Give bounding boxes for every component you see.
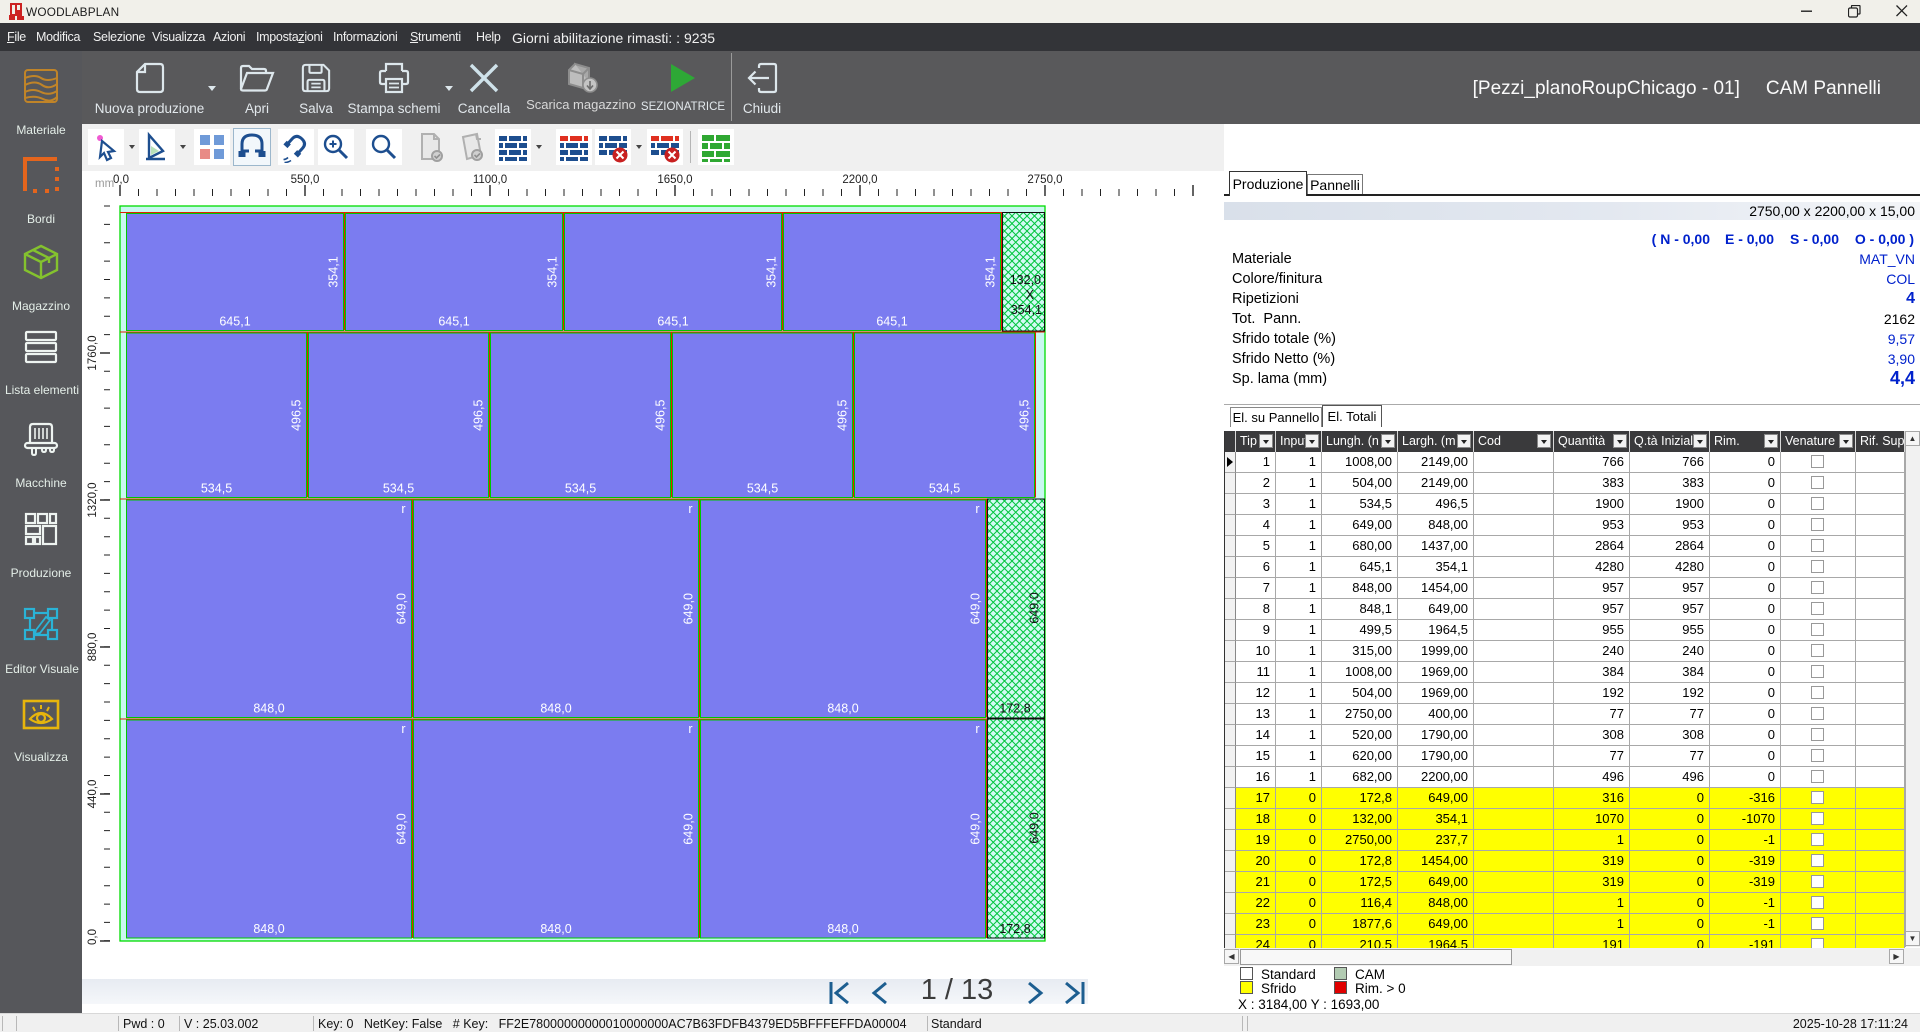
svg-text:172,8: 172,8: [999, 922, 1030, 936]
svg-text:649,0: 649,0: [682, 593, 696, 624]
svg-text:848,0: 848,0: [827, 922, 858, 936]
svg-text:848,0: 848,0: [253, 922, 284, 936]
svg-text:354,1: 354,1: [327, 256, 341, 287]
svg-text:649,0: 649,0: [1028, 592, 1042, 623]
svg-text:645,1: 645,1: [876, 315, 907, 329]
svg-text:649,0: 649,0: [969, 813, 983, 844]
svg-text:354,1: 354,1: [546, 256, 560, 287]
svg-text:0,0: 0,0: [113, 174, 129, 186]
svg-text:534,5: 534,5: [201, 482, 232, 496]
svg-text:649,0: 649,0: [682, 813, 696, 844]
svg-text:1100,0: 1100,0: [473, 174, 507, 186]
svg-text:496,5: 496,5: [836, 400, 850, 431]
svg-text:645,1: 645,1: [657, 315, 688, 329]
svg-text:496,5: 496,5: [290, 400, 304, 431]
svg-text:534,5: 534,5: [747, 482, 778, 496]
svg-text:645,1: 645,1: [438, 315, 469, 329]
svg-text:534,5: 534,5: [929, 482, 960, 496]
svg-text:172,8: 172,8: [999, 702, 1030, 716]
svg-text:2200,0: 2200,0: [842, 174, 877, 186]
svg-text:r: r: [975, 502, 979, 516]
svg-text:649,0: 649,0: [969, 593, 983, 624]
svg-text:848,0: 848,0: [253, 702, 284, 716]
svg-text:848,0: 848,0: [827, 702, 858, 716]
svg-text:880,0: 880,0: [87, 633, 99, 662]
svg-text:440,0: 440,0: [87, 780, 99, 809]
svg-text:r: r: [688, 502, 692, 516]
svg-text:1650,0: 1650,0: [657, 174, 692, 186]
svg-text:649,0: 649,0: [395, 593, 409, 624]
svg-text:534,5: 534,5: [565, 482, 596, 496]
svg-text:r: r: [688, 722, 692, 736]
svg-text:1320,0: 1320,0: [87, 482, 99, 517]
svg-text:132,0: 132,0: [1010, 273, 1041, 287]
svg-text:550,0: 550,0: [291, 174, 320, 186]
svg-text:2750,0: 2750,0: [1027, 174, 1062, 186]
svg-text:r: r: [401, 502, 405, 516]
svg-text:496,5: 496,5: [1018, 400, 1032, 431]
svg-text:X: X: [1026, 288, 1035, 302]
svg-text:649,0: 649,0: [1028, 812, 1042, 843]
svg-text:848,0: 848,0: [540, 702, 571, 716]
svg-text:354,1: 354,1: [1011, 303, 1042, 317]
svg-text:645,1: 645,1: [219, 315, 250, 329]
svg-text:354,1: 354,1: [984, 256, 998, 287]
svg-text:r: r: [975, 722, 979, 736]
svg-text:848,0: 848,0: [540, 922, 571, 936]
svg-text:0,0: 0,0: [87, 929, 99, 945]
svg-text:1760,0: 1760,0: [87, 335, 99, 370]
svg-text:354,1: 354,1: [765, 256, 779, 287]
svg-text:mm: mm: [95, 178, 114, 190]
svg-text:649,0: 649,0: [395, 813, 409, 844]
svg-text:496,5: 496,5: [472, 400, 486, 431]
svg-text:534,5: 534,5: [383, 482, 414, 496]
svg-text:r: r: [401, 722, 405, 736]
svg-text:496,5: 496,5: [654, 400, 668, 431]
